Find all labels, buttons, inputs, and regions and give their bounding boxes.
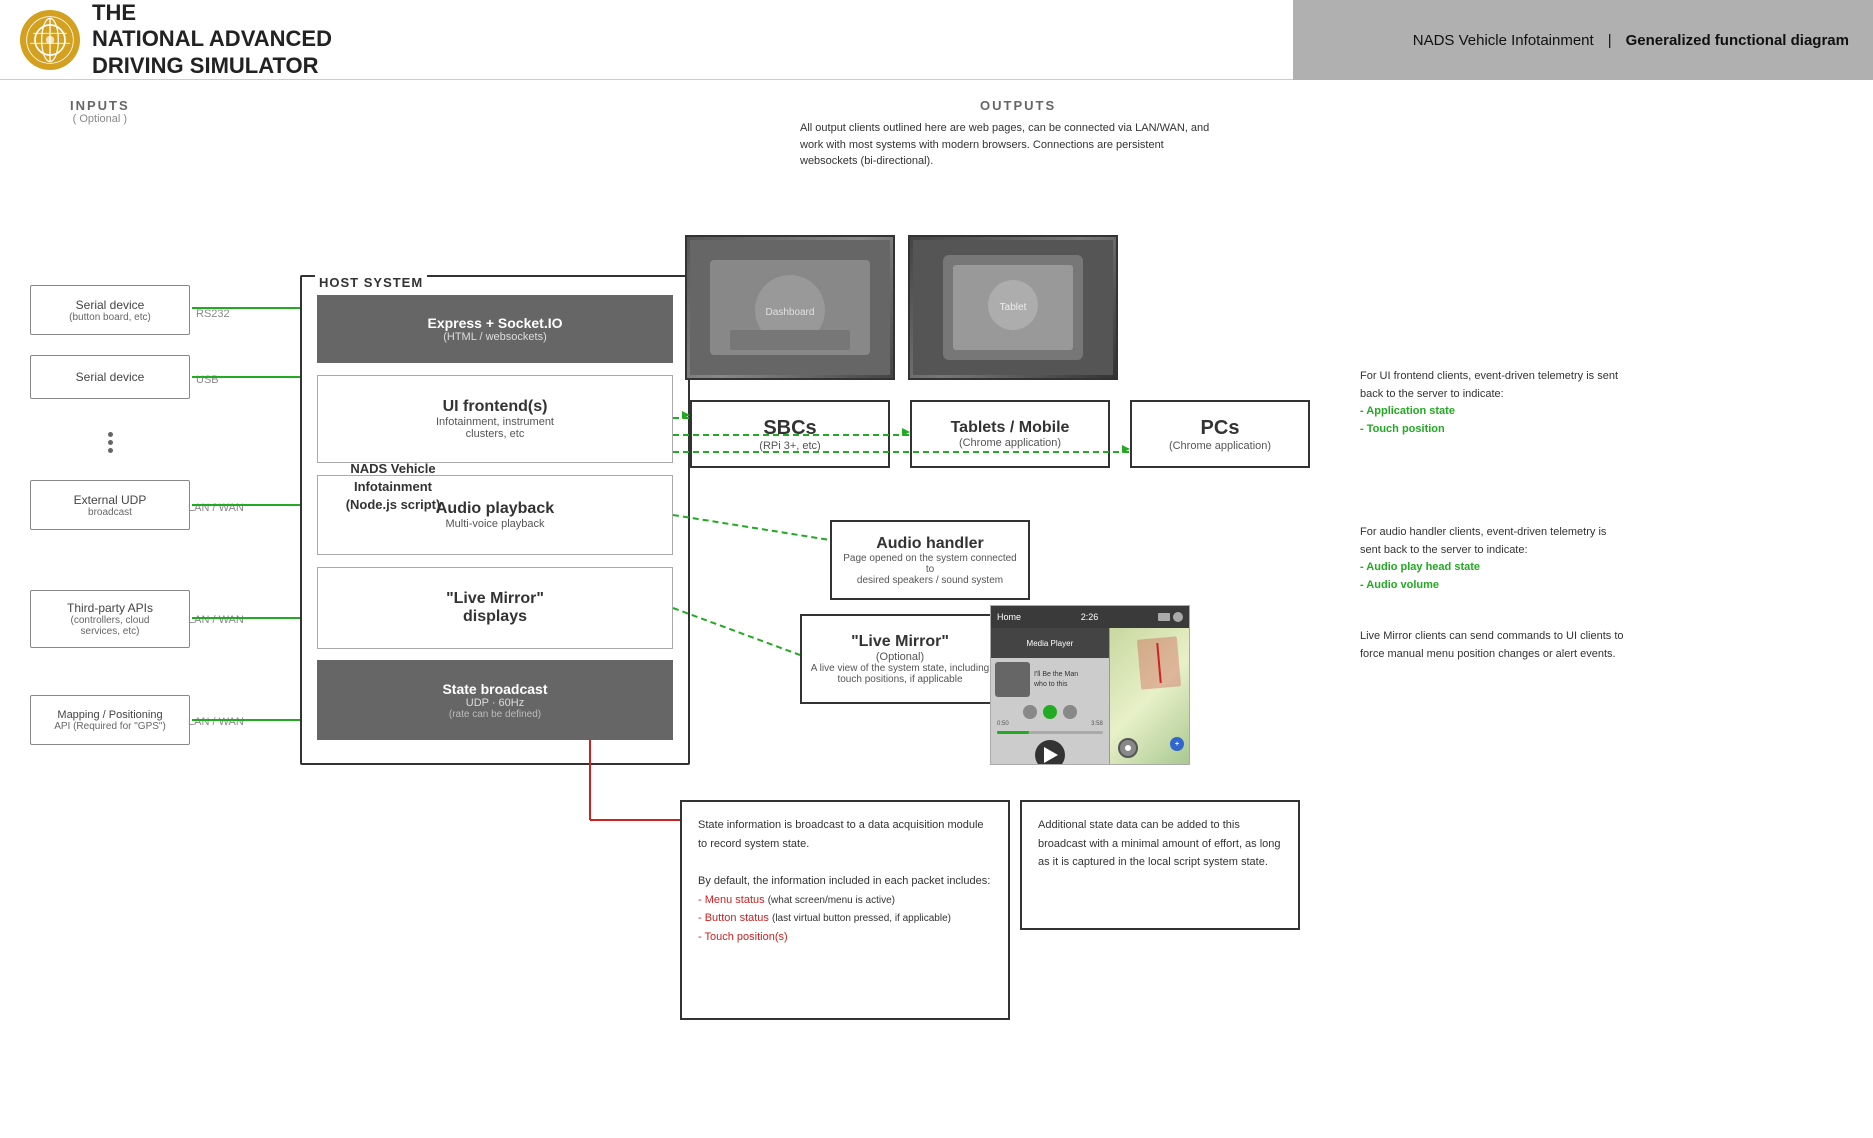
outputs-description: All output clients outlined here are web… — [800, 120, 1220, 170]
audio-clients-info: For audio handler clients, event-driven … — [1360, 524, 1630, 594]
state-broadcast-box: State broadcast UDP · 60Hz (rate can be … — [317, 660, 673, 740]
inputs-label: INPUTS ( Optional ) — [70, 98, 130, 125]
connector-lan1: LAN / WAN — [188, 502, 244, 514]
nads-center-label: NADS Vehicle Infotainment (Node.js scrip… — [333, 460, 453, 515]
live-mirror-output-box: "Live Mirror" (Optional) A live view of … — [800, 614, 1000, 704]
input-serial-device-1: Serial device (button board, etc) — [30, 285, 190, 335]
header-title-normal: NADS Vehicle Infotainment — [1413, 32, 1594, 49]
header-title-bold: Generalized functional diagram — [1626, 32, 1849, 49]
svg-text:Dashboard: Dashboard — [766, 307, 815, 318]
input-thirdparty-apis: Third-party APIs (controllers, cloud ser… — [30, 590, 190, 648]
live-mirror-screenshot: Home2:26 Media Player I'll Be the Manwho… — [990, 605, 1190, 765]
sbc-photo: Dashboard — [685, 235, 895, 380]
audio-handler-output-box: Audio handler Page opened on the system … — [830, 520, 1030, 600]
ui-clients-info: For UI frontend clients, event-driven te… — [1360, 368, 1630, 438]
connector-rs232: RS232 — [196, 308, 230, 320]
outputs-label: OUTPUTS — [980, 98, 1056, 113]
host-system-label: HOST SYSTEM — [315, 275, 427, 290]
tablet-photo: Tablet — [908, 235, 1118, 380]
tablets-output-box: Tablets / Mobile (Chrome application) — [910, 400, 1110, 468]
live-mirror-clients-info: Live Mirror clients can send commands to… — [1360, 628, 1630, 663]
svg-text:Tablet: Tablet — [1000, 302, 1027, 313]
connector-usb: USB — [196, 374, 219, 386]
connector-lan2: LAN / WAN — [188, 614, 244, 626]
live-mirror-displays-box: "Live Mirror" displays — [317, 567, 673, 649]
pcs-output-box: PCs (Chrome application) — [1130, 400, 1310, 468]
state-broadcast-info-box: State information is broadcast to a data… — [680, 800, 1010, 1020]
input-serial-device-2: Serial device — [30, 355, 190, 399]
input-udp-broadcast: External UDP broadcast — [30, 480, 190, 530]
main-diagram: INPUTS ( Optional ) OUTPUTS All output c… — [0, 80, 1873, 1138]
express-box: Express + Socket.IO (HTML / websockets) — [317, 295, 673, 363]
connector-lan3: LAN / WAN — [188, 716, 244, 728]
ui-frontend-box: UI frontend(s) Infotainment, instrument … — [317, 375, 673, 463]
logo-icon — [20, 10, 80, 70]
ellipsis-dots — [108, 432, 113, 453]
header-title-area: NADS Vehicle Infotainment | Generalized … — [1293, 0, 1873, 80]
input-mapping-api: Mapping / Positioning API (Required for … — [30, 695, 190, 745]
additional-state-info-box: Additional state data can be added to th… — [1020, 800, 1300, 930]
logo-text: The National Advanced Driving Simulator — [92, 0, 332, 79]
sbc-output-box: SBCs (RPi 3+, etc) — [690, 400, 890, 468]
header-separator: | — [1608, 32, 1612, 49]
logo-area: The National Advanced Driving Simulator — [20, 0, 332, 79]
